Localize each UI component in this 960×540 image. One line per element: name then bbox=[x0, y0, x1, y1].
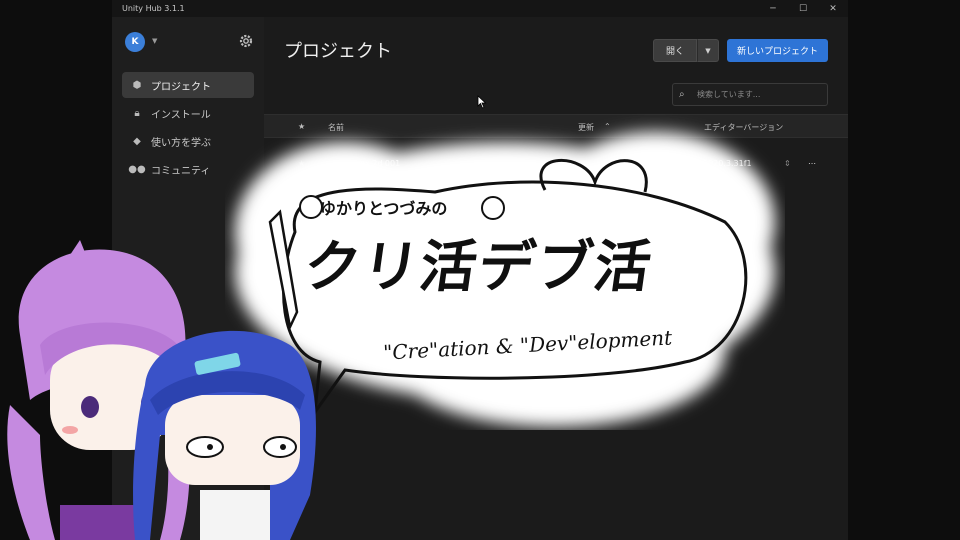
search-icon: ⌕ bbox=[679, 89, 685, 100]
search-box[interactable]: ⌕ bbox=[672, 83, 828, 106]
window-controls: ─ ☐ ✕ bbox=[758, 0, 848, 17]
mouse-cursor-icon bbox=[477, 95, 487, 109]
star-icon[interactable]: ★ bbox=[298, 159, 305, 168]
main-panel: プロジェクト 開く ▼ 新しいプロジェクト ⌕ ★ 名前 更新 ⌃ エディターバ… bbox=[264, 17, 848, 540]
column-name[interactable]: 名前 bbox=[328, 122, 344, 133]
open-button[interactable]: 開く bbox=[653, 39, 697, 62]
people-icon: ●● bbox=[128, 163, 146, 175]
new-project-button[interactable]: 新しいプロジェクト bbox=[727, 39, 828, 62]
sidebar-item-projects[interactable]: ⬢ プロジェクト bbox=[122, 72, 254, 98]
sidebar-item-installs[interactable]: 🔒︎ インストール bbox=[122, 100, 254, 126]
sidebar-item-learn[interactable]: ◆ 使い方を学ぶ bbox=[122, 128, 254, 154]
project-name[interactable]: —sandbox 2d 001 bbox=[328, 159, 400, 168]
lock-icon: 🔒︎ bbox=[134, 107, 140, 119]
unity-hub-window: Unity Hub 3.1.1 ─ ☐ ✕ K ▼ ⬢ プロジェクト 🔒︎ イン… bbox=[112, 0, 848, 540]
maximize-button[interactable]: ☐ bbox=[788, 0, 818, 17]
window-title: Unity Hub 3.1.1 bbox=[122, 4, 185, 13]
search-input[interactable] bbox=[697, 90, 817, 99]
table-row[interactable]: ★ —sandbox 2d 001 2020.3.31f1 ⇕ ⋯ bbox=[264, 150, 848, 182]
sort-ascending-icon[interactable]: ⌃ bbox=[604, 122, 611, 131]
more-icon[interactable]: ⋯ bbox=[808, 159, 816, 168]
editor-version: 2020.3.31f1 bbox=[703, 159, 752, 168]
column-modified[interactable]: 更新 bbox=[578, 122, 594, 133]
chevron-down-icon[interactable]: ▼ bbox=[152, 37, 157, 45]
table-header: ★ 名前 更新 ⌃ エディターバージョン bbox=[264, 114, 848, 138]
version-switch-icon[interactable]: ⇕ bbox=[784, 159, 791, 168]
column-editor-version[interactable]: エディターバージョン bbox=[704, 122, 783, 133]
graduation-cap-icon: ◆ bbox=[133, 135, 141, 147]
sidebar: K ▼ ⬢ プロジェクト 🔒︎ インストール ◆ 使い方を学ぶ ●● コミュニテ… bbox=[112, 17, 264, 540]
title-bar: Unity Hub 3.1.1 ─ ☐ ✕ bbox=[112, 0, 848, 17]
avatar[interactable]: K bbox=[125, 32, 145, 52]
sidebar-item-label: コミュニティ bbox=[151, 165, 211, 177]
gear-icon[interactable] bbox=[238, 33, 254, 49]
sidebar-item-community[interactable]: ●● コミュニティ bbox=[122, 156, 254, 182]
minimize-button[interactable]: ─ bbox=[758, 0, 788, 17]
open-dropdown-button[interactable]: ▼ bbox=[697, 39, 719, 62]
sidebar-item-label: 使い方を学ぶ bbox=[151, 137, 211, 149]
sidebar-nav: ⬢ プロジェクト 🔒︎ インストール ◆ 使い方を学ぶ ●● コミュニティ bbox=[122, 72, 254, 184]
star-icon[interactable]: ★ bbox=[298, 122, 305, 131]
page-title: プロジェクト bbox=[284, 41, 392, 62]
close-button[interactable]: ✕ bbox=[818, 0, 848, 17]
cube-icon: ⬢ bbox=[132, 79, 142, 91]
sidebar-item-label: プロジェクト bbox=[151, 81, 211, 93]
sidebar-item-label: インストール bbox=[151, 109, 211, 121]
